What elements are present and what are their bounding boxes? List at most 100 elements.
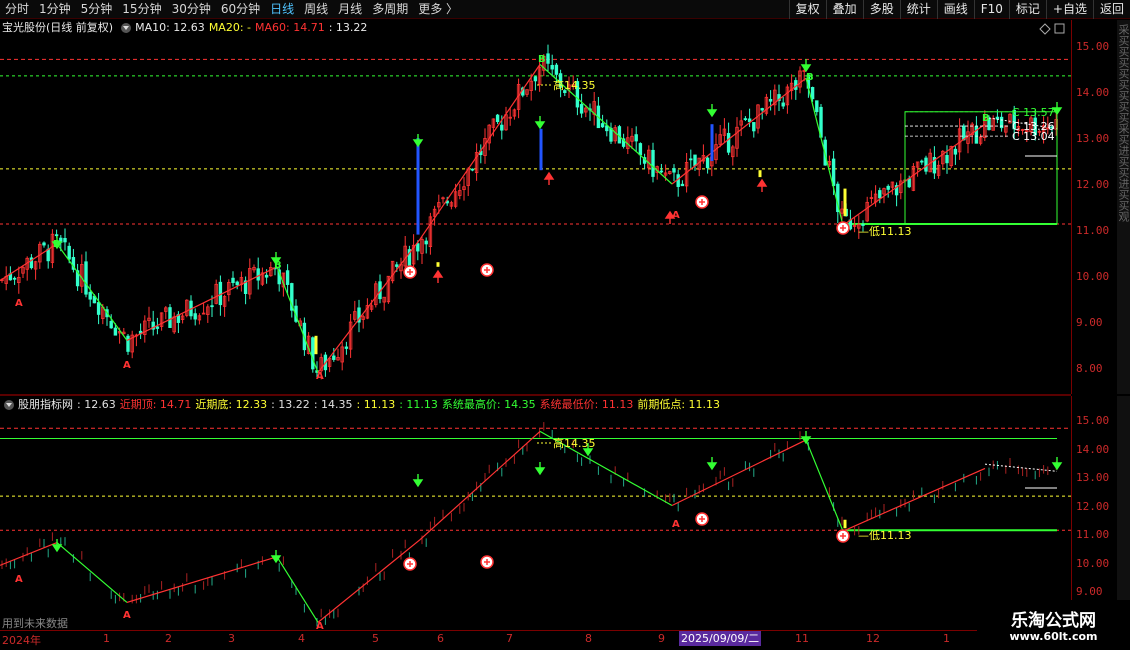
sub-projection-line (984, 463, 1058, 472)
buy-arrow-icon (543, 171, 555, 185)
label-b: B (538, 54, 546, 65)
candle-body (768, 98, 773, 102)
candle-body (743, 118, 748, 121)
candle-body (96, 302, 101, 315)
candle-body (953, 148, 958, 155)
candle-body (395, 264, 399, 267)
candle-body (495, 114, 500, 123)
candle-body (831, 158, 836, 186)
candle-body (113, 327, 118, 336)
sub-zigzag-leg (276, 556, 319, 623)
panel-separator (0, 394, 1071, 396)
date-tick: 9 (658, 632, 665, 645)
candle-body (193, 313, 197, 320)
signal-strip-sub (1117, 396, 1130, 630)
date-tick: 2024年 (2, 634, 41, 647)
price-tick: 10.00 (1076, 270, 1110, 283)
sub-zigzag-leg (842, 467, 986, 532)
label-a: A (316, 371, 324, 382)
zigzag-leg (56, 243, 128, 341)
candle-body (651, 149, 655, 177)
candle-body (311, 337, 315, 370)
candle-body (962, 125, 966, 141)
candle-body (46, 248, 50, 262)
candle-body (907, 178, 911, 188)
sell-arrow-icon (706, 104, 718, 118)
signal-strip: 采买买买买买买买买采买进买买进买买观 (1117, 20, 1130, 394)
kline-chart[interactable]: A A A A B B B B B A A A A 高14.35 —低11.13 高14.35 —低11.13 C… (0, 0, 1071, 630)
sub-label-a: A (316, 621, 324, 630)
low-price-label: —低11.13 (858, 225, 912, 238)
candle-body (416, 243, 420, 252)
sub-zigzag-leg (805, 439, 844, 532)
price-tick: 9.00 (1076, 585, 1103, 598)
sell-arrow-icon (800, 59, 812, 73)
candle-body (500, 124, 504, 131)
sub-high-price-label: 高14.35 (553, 436, 596, 450)
candle-body (424, 240, 428, 245)
future-data-note: 用到未来数据 (2, 617, 68, 630)
sub-sell-arrow-icon (706, 457, 718, 471)
watermark-title: 乐淘公式网 (1011, 611, 1096, 631)
tool-button-8[interactable]: 返回 (1092, 0, 1130, 19)
zigzag-leg (126, 266, 278, 341)
candle-body (42, 242, 46, 246)
candle-body (634, 134, 638, 142)
candle-body (168, 307, 172, 328)
candle-body (600, 123, 605, 128)
sub-zigzag-leg (317, 539, 421, 623)
price-tick: 12.00 (1076, 499, 1110, 513)
candle-body (54, 234, 59, 237)
sub-sell-arrow-icon (51, 539, 63, 553)
candle-body (878, 190, 882, 199)
sub-zigzag-leg (126, 556, 278, 603)
price-tick: 12.00 (1076, 178, 1110, 191)
candle-body (672, 168, 676, 173)
candle-body (235, 281, 239, 286)
date-axis: 2025/09/09/二 2024年 1 2 3 4 5 6 7 8 9 11 12 1 (0, 630, 1071, 650)
square-icon (1054, 23, 1065, 34)
price-tick: 13.00 (1076, 132, 1110, 145)
date-tick: 4 (298, 632, 305, 645)
sub-low-price-label: —低11.13 (858, 529, 912, 542)
sub-label-a: A (15, 574, 23, 585)
date-tick: 7 (506, 632, 513, 645)
candle-body (676, 174, 680, 187)
highlight-bar (843, 188, 847, 217)
candle-body (88, 291, 92, 300)
label-b: B (53, 239, 61, 250)
sub-zigzag-leg (56, 542, 128, 603)
candle-body (659, 170, 664, 173)
candle-body (579, 104, 584, 114)
candle-body (815, 100, 819, 113)
candle-body (264, 274, 269, 278)
candle-body (689, 158, 693, 161)
candle-body (285, 270, 290, 285)
crosshair-date: 2025/09/09/二 (679, 631, 762, 646)
buy-arrow-icon (432, 269, 444, 283)
price-axis-sub: 15.00 14.00 13.00 12.00 11.00 10.00 9.00 (1071, 396, 1117, 630)
candle-body (554, 64, 559, 75)
watermark: 乐淘公式网 www.60lt.com (977, 600, 1130, 650)
date-tick: 11 (795, 632, 809, 645)
price-tick: 11.00 (1076, 224, 1110, 237)
watermark-url: www.60lt.com (1009, 630, 1098, 643)
zigzag-leg (419, 64, 541, 240)
candle-body (12, 277, 17, 280)
date-tick: 6 (437, 632, 444, 645)
candle-body (533, 76, 538, 82)
label-b: B (982, 113, 990, 124)
candle-body (638, 143, 643, 156)
c-level-label: C 13.04 (1012, 130, 1055, 143)
label-a: A (15, 298, 23, 309)
candle-body (332, 355, 336, 360)
candle-body (84, 261, 88, 295)
sub-sell-arrow-icon (534, 462, 546, 476)
candle-body (550, 64, 554, 70)
candle-body (680, 183, 685, 187)
highlight-bar (539, 128, 543, 171)
date-tick: 1 (943, 632, 950, 645)
candle-body (760, 108, 764, 111)
zigzag-leg (805, 78, 844, 226)
sub-label-a: A (123, 610, 131, 621)
